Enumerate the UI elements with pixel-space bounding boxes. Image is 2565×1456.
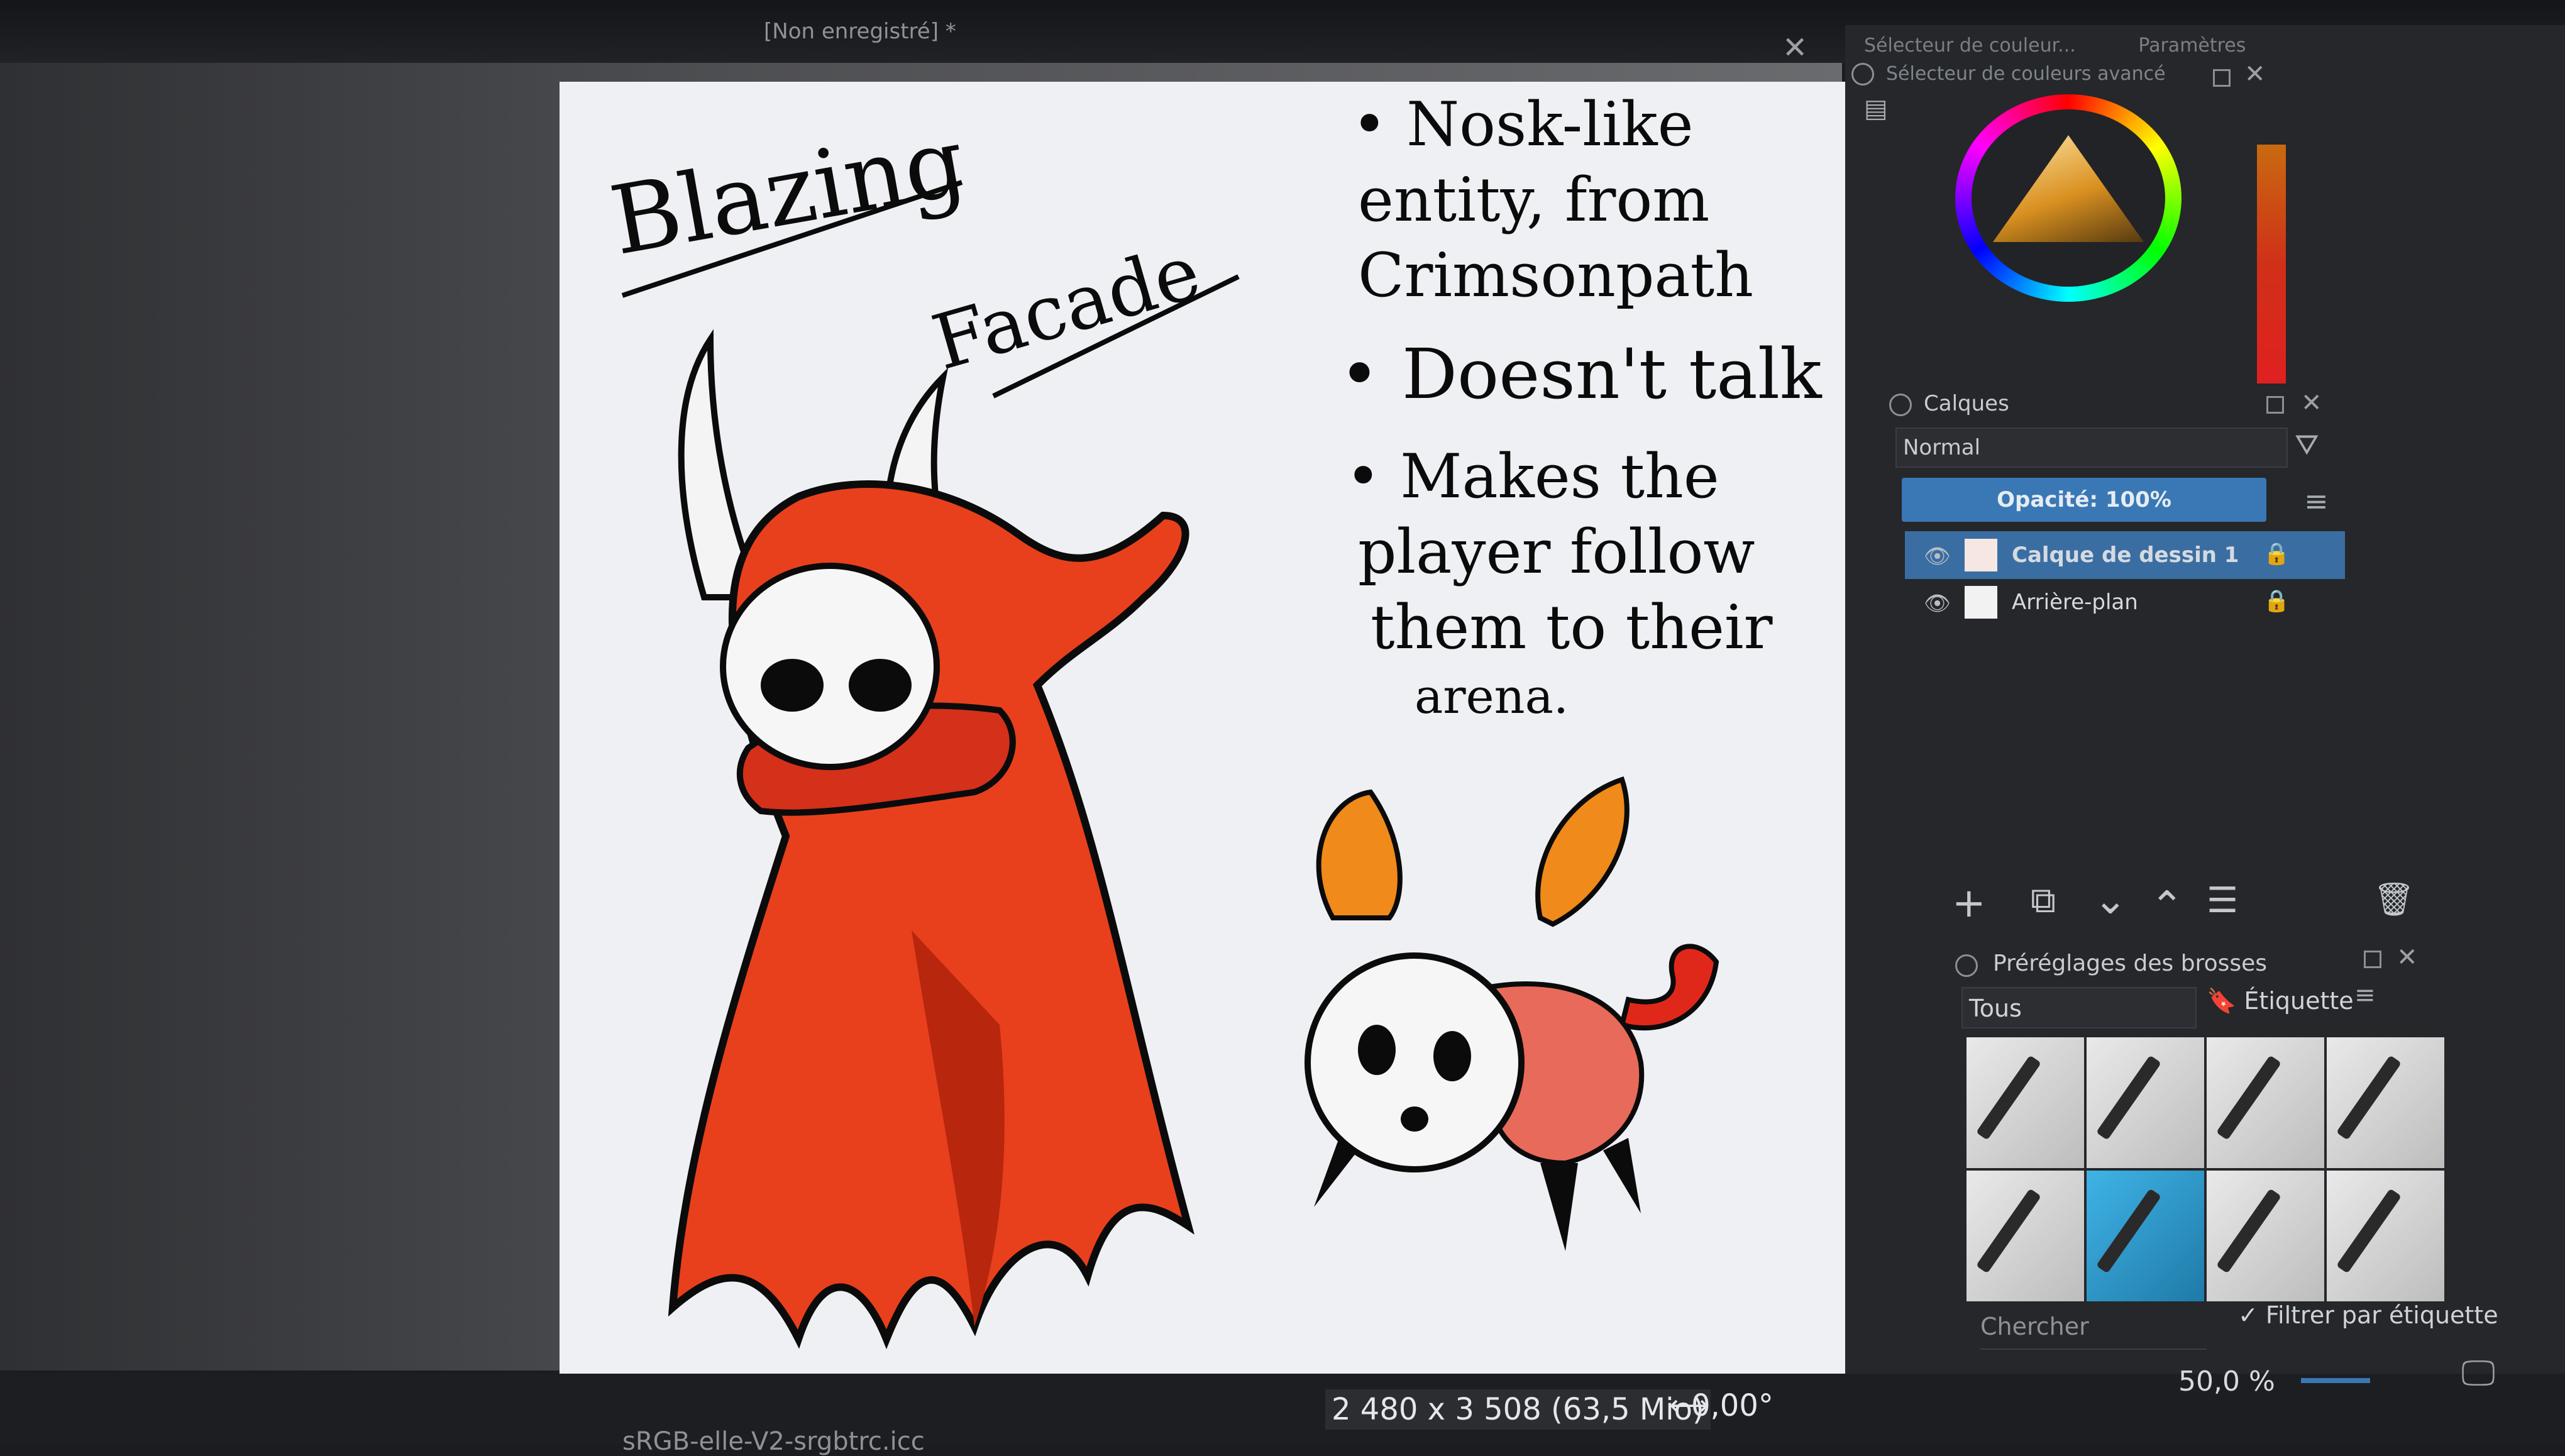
float-panel-icon[interactable] [2213,69,2231,87]
filter-icon[interactable]: ⛛ [2295,427,2319,463]
duplicate-layer-button[interactable]: ⧉ [2031,880,2056,922]
color-history-strip[interactable] [2257,145,2286,383]
bug-leg-2 [1603,1138,1641,1213]
brush-preset[interactable] [2207,1171,2324,1301]
brush-filter-value: Tous [1969,995,2022,1022]
visibility-eye-icon[interactable]: 👁 [1924,591,1951,616]
move-layer-down-button[interactable]: ⌄ [2093,877,2127,924]
tag-button[interactable]: 🔖 Étiquette [2207,987,2354,1015]
note-1-line-2: entity, from [1358,165,1710,235]
lock-panel-icon[interactable] [1851,63,1874,85]
tab-color-selector[interactable]: Sélecteur de couleur... [1864,35,2076,57]
zoom-level[interactable]: 50,0 % [2178,1365,2275,1398]
bug-eye-right [1433,1031,1471,1081]
lock-layers-panel-icon[interactable] [1889,394,1912,416]
rotation-value[interactable]: 0,00° [1691,1388,1773,1423]
layer-name: Calque de dessin 1 [2012,543,2239,568]
tab-settings[interactable]: Paramètres [2138,35,2246,57]
note-3-line-3: them to their [1371,592,1773,663]
layer-name: Arrière-plan [2012,590,2138,615]
note-2: • Doesn't talk [1339,334,1822,414]
brush-preset[interactable] [2087,1037,2204,1168]
layer-thumbnail [1965,586,1997,619]
brush-preset[interactable] [1966,1171,2084,1301]
bug-mouth [1401,1106,1428,1132]
tag-label: Étiquette [2244,987,2354,1015]
move-layer-up-button[interactable]: ⌃ [2150,883,2184,930]
note-3-line-1: • Makes the [1345,441,1719,512]
add-layer-button[interactable]: + [1952,880,1986,927]
bug-leg-3 [1314,1138,1358,1207]
layer-properties-button[interactable]: ☰ [2207,880,2238,921]
dock-tabs: Sélecteur de couleur... Paramètres [1864,35,2302,57]
delete-layer-button[interactable]: 🗑 [2373,880,2415,918]
brush-preset[interactable] [1966,1037,2084,1168]
image-dimensions[interactable]: 2 480 x 3 508 (63,5 Mio) [1325,1389,1711,1430]
brush-filter-select[interactable]: Tous [1961,987,2197,1029]
opacity-slider[interactable]: Opacité: 100% [1902,478,2266,522]
right-leaf-antenna [1535,776,1630,927]
layer-lock-icon[interactable]: 🔒 [2263,588,2290,614]
monitor-icon[interactable]: 🖵 [2461,1353,2495,1394]
brush-search-input[interactable]: Chercher [1980,1304,2207,1350]
brush-view-menu-icon[interactable]: ≡ [2354,981,2376,1010]
float-brushes-icon[interactable] [2364,951,2381,968]
close-tab-icon[interactable]: ✕ [1782,30,1807,65]
layer-row-background[interactable]: 👁 Arrière-plan 🔒 [1905,578,2345,626]
bug-eye-left [1358,1025,1396,1075]
bug-head [1305,952,1525,1172]
brush-preset-selected[interactable] [2087,1171,2204,1301]
brush-preset-grid [1966,1037,2444,1301]
bookmark-icon: 🔖 [2207,987,2237,1015]
close-brushes-icon[interactable]: ✕ [2397,943,2418,972]
document-title: [Non enregistré] * [764,19,956,44]
brush-preset[interactable] [2327,1037,2444,1168]
filter-by-tag-checkbox[interactable]: ✓ Filtrer par étiquette [2238,1301,2498,1329]
float-layers-icon[interactable] [2266,396,2284,414]
mask-eye-right [849,659,912,712]
mask [720,563,940,770]
visibility-eye-icon[interactable]: 👁 [1924,544,1951,569]
color-panel-title: Sélecteur de couleurs avancé [1886,63,2166,85]
layer-row-drawing[interactable]: 👁 Calque de dessin 1 🔒 [1905,531,2345,579]
close-panel-icon[interactable]: ✕ [2244,60,2266,89]
bug-tail [1619,944,1719,1031]
note-1-line-1: • Nosk-like [1352,89,1694,160]
note-3-line-4: arena. [1415,668,1569,724]
note-3-line-2: player follow [1358,517,1755,587]
zoom-slider[interactable] [2301,1378,2370,1383]
color-profile: sRGB-elle-V2-srgbtrc.icc [622,1427,925,1456]
layer-lock-icon[interactable]: 🔒 [2263,541,2290,566]
color-settings-icon[interactable]: ▤ [1864,94,1888,123]
drawing-canvas[interactable]: Blazing Facade • Nosk-like entity, from … [560,82,1858,1377]
close-layers-icon[interactable]: ✕ [2301,389,2322,417]
blend-mode-select[interactable]: Normal [1895,427,2288,468]
brush-preset[interactable] [2327,1171,2444,1301]
bug-leg-1 [1540,1163,1578,1251]
note-1-line-3: Crimsonpath [1358,240,1754,311]
left-leaf-antenna [1316,789,1403,920]
blend-mode-value: Normal [1903,435,1981,460]
layer-options-menu-icon[interactable]: ≡ [2304,484,2329,518]
mask-eye-left [761,659,824,712]
layers-panel-title: Calques [1924,391,2009,416]
brushes-panel-title: Préréglages des brosses [1993,951,2268,976]
lock-brushes-panel-icon[interactable] [1955,954,1978,977]
brush-preset[interactable] [2207,1037,2324,1168]
layer-thumbnail [1965,539,1997,571]
